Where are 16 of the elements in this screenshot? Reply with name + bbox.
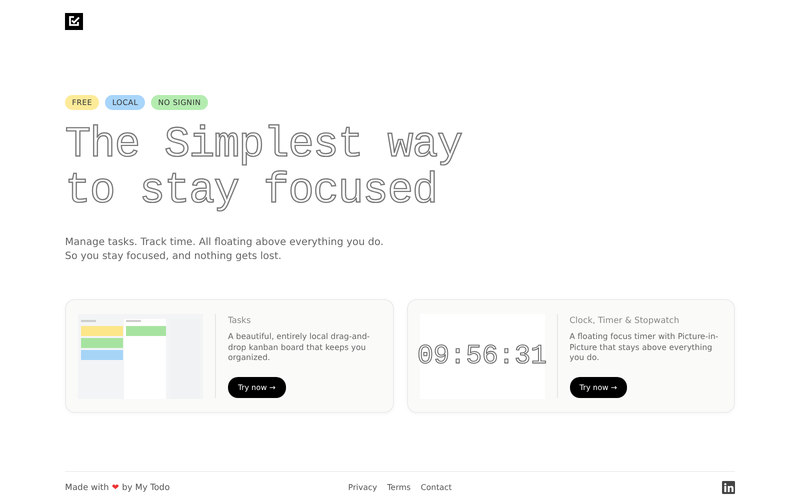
logo-icon[interactable] [65, 13, 83, 30]
footer-text: Made with [65, 482, 109, 492]
linkedin-icon[interactable] [722, 481, 735, 494]
card-description: A floating focus timer with Picture-in-Picture that stays above everything you do. [570, 332, 720, 364]
intro-text: Manage tasks. Track time. All floating above everything you do. So you stay focused, and nothing gets lost. [65, 236, 385, 263]
footer-link[interactable]: Contact [420, 483, 452, 492]
clock-display: 09:56:31 [417, 342, 547, 372]
heart-icon: ❤ [112, 482, 120, 492]
headline: to stay focused [65, 168, 438, 214]
card-title: Tasks [228, 316, 252, 326]
headline: The Simplest way [65, 122, 464, 168]
footer-text: by My Todo [122, 482, 170, 492]
footer-link[interactable]: Terms [387, 483, 411, 492]
card-title: Clock, Timer & Stopwatch [570, 316, 680, 326]
card-description: A beautiful, entirely local drag-and-drop kanban board that keeps you organized. [228, 332, 371, 364]
footer-link[interactable]: Privacy [348, 483, 378, 492]
